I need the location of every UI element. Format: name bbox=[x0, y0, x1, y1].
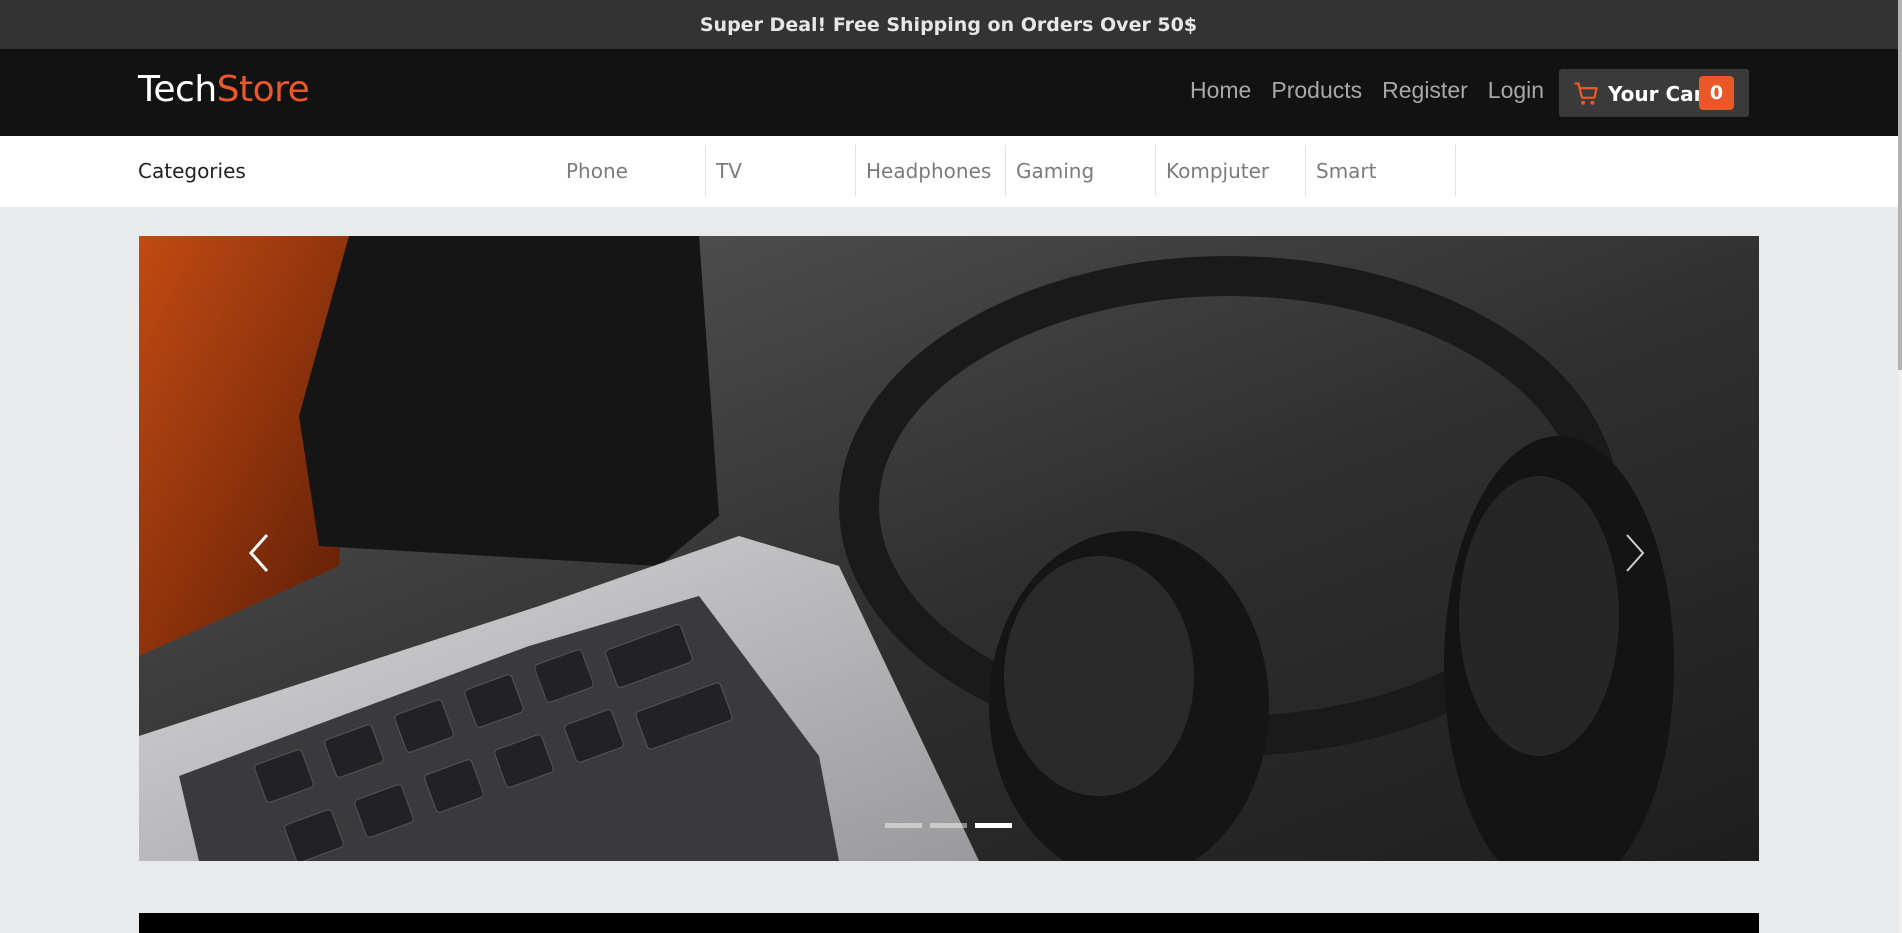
nav-login[interactable]: Login bbox=[1488, 77, 1544, 104]
cart-label: Your Cart bbox=[1608, 82, 1714, 106]
slider-indicators bbox=[885, 823, 1012, 828]
logo-text-tech: Tech bbox=[138, 69, 217, 110]
category-phone[interactable]: Phone bbox=[556, 145, 706, 196]
promo-bar: Super Deal! Free Shipping on Orders Over… bbox=[0, 0, 1902, 49]
hero-slider bbox=[139, 236, 1759, 861]
categories-title: Categories bbox=[138, 159, 246, 183]
promo-text: Super Deal! Free Shipping on Orders Over… bbox=[699, 13, 1198, 36]
cart-icon bbox=[1574, 82, 1598, 105]
hero-image bbox=[139, 236, 1759, 861]
slider-dot-3[interactable] bbox=[975, 823, 1012, 828]
categories-bar: Categories Phone TV Headphones Gaming Ko… bbox=[0, 136, 1902, 207]
category-headphones[interactable]: Headphones bbox=[856, 145, 1006, 196]
category-smart[interactable]: Smart bbox=[1306, 145, 1456, 196]
next-section-banner bbox=[139, 913, 1759, 933]
scrollbar-thumb[interactable] bbox=[1898, 0, 1902, 370]
cart-button[interactable]: Your Cart 0 bbox=[1559, 69, 1749, 117]
page: Super Deal! Free Shipping on Orders Over… bbox=[0, 0, 1902, 933]
slider-prev-arrow[interactable] bbox=[241, 531, 277, 575]
slider-dot-2[interactable] bbox=[930, 823, 967, 828]
main-nav: Home Products Register Login bbox=[1190, 77, 1564, 104]
category-kompjuter[interactable]: Kompjuter bbox=[1156, 145, 1306, 196]
nav-home[interactable]: Home bbox=[1190, 77, 1251, 104]
cart-count-badge: 0 bbox=[1699, 76, 1734, 110]
categories-list: Phone TV Headphones Gaming Kompjuter Sma… bbox=[556, 145, 1456, 196]
logo[interactable]: TechStore bbox=[138, 69, 310, 110]
slider-next-arrow[interactable] bbox=[1617, 531, 1653, 575]
logo-text-store: Store bbox=[216, 69, 310, 110]
site-header: TechStore Home Products Register Login Y… bbox=[0, 49, 1902, 136]
nav-register[interactable]: Register bbox=[1382, 77, 1468, 104]
page-scrollbar[interactable] bbox=[1898, 0, 1902, 933]
category-tv[interactable]: TV bbox=[706, 145, 856, 196]
nav-products[interactable]: Products bbox=[1271, 77, 1362, 104]
category-gaming[interactable]: Gaming bbox=[1006, 145, 1156, 196]
slider-dot-1[interactable] bbox=[885, 823, 922, 828]
